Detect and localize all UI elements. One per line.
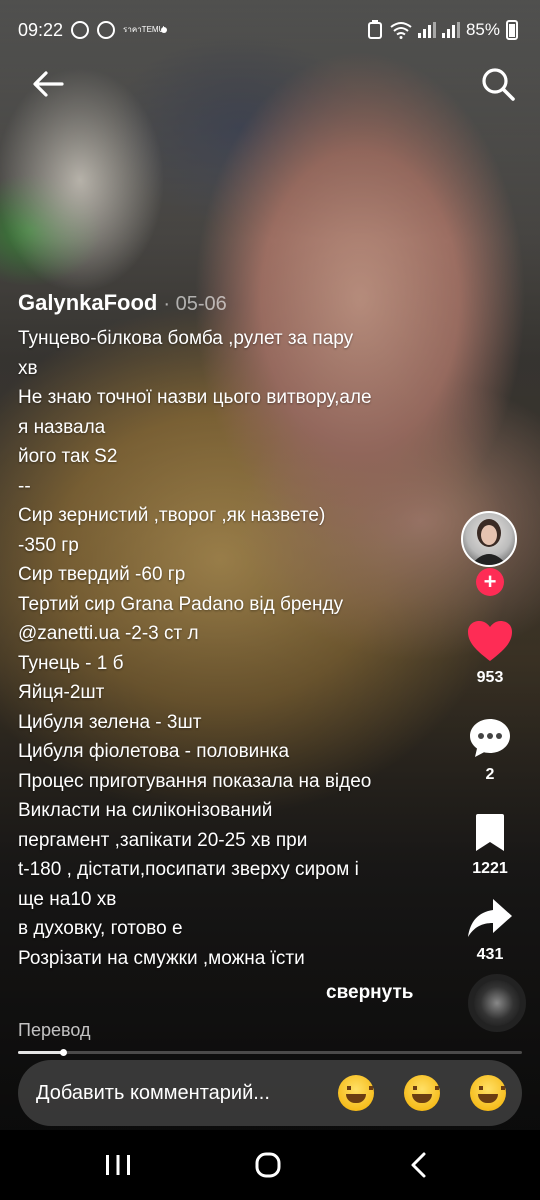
description-line: пергамент ,запікати 20-25 хв при — [18, 829, 308, 851]
description-line: Викласти на силіконізований — [18, 800, 273, 821]
description-line: -- — [18, 475, 31, 497]
recent-apps-icon[interactable] — [98, 1148, 138, 1182]
status-bar: 09:22 ราคาTEMU 85% — [0, 0, 540, 60]
comment-input[interactable]: Добавить комментарий... — [36, 1082, 308, 1105]
comment-action[interactable]: 2 — [440, 717, 540, 784]
arrow-left-icon[interactable] — [28, 64, 68, 104]
description-line: Тертий сир Grana Padano від бренду — [18, 593, 344, 615]
like-action[interactable]: 953 — [440, 620, 540, 687]
save-action[interactable]: 1221 — [440, 813, 540, 878]
follow-button[interactable]: + — [476, 568, 504, 596]
signal-1-icon — [417, 22, 436, 38]
video-progress-bar[interactable] — [18, 1049, 522, 1056]
like-count: 953 — [476, 669, 504, 686]
description-line: ще на10 хв — [18, 888, 117, 910]
description-line: я назвала — [18, 416, 106, 438]
save-count: 1221 — [472, 860, 508, 877]
description-line: Цибуля фіолетова - половинка — [18, 741, 290, 762]
pinterest-icon — [97, 21, 116, 39]
temu-icon: ราคาTEMU — [123, 25, 165, 34]
status-time: 09:22 — [18, 19, 64, 40]
share-count: 431 — [476, 946, 504, 963]
author-name[interactable]: GalynkaFood — [18, 290, 157, 316]
description-line: Сир твердий -60 гр — [18, 564, 186, 585]
speech-bubble-icon[interactable] — [468, 717, 512, 759]
home-icon[interactable] — [248, 1148, 288, 1182]
bookmark-icon[interactable] — [472, 813, 508, 853]
description-line: Цибуля зелена - 3шт — [18, 711, 202, 733]
translate-button[interactable]: Перевод — [18, 1020, 90, 1041]
description-line: Яйця-2шт — [18, 682, 105, 703]
description-line: Процес приготування показала на відео — [18, 770, 372, 792]
description-line: Не знаю точної назви цього витвору,але — [18, 387, 372, 408]
description-line: t-180 , дістати,посипати зверху сиром і — [18, 859, 359, 880]
viber-icon — [71, 21, 90, 39]
comment-count: 2 — [485, 766, 495, 783]
description-line: Тунець - 1 б — [18, 652, 124, 674]
video-progress-fill — [18, 1051, 64, 1054]
system-nav-bar — [0, 1130, 540, 1200]
author-line: GalynkaFood · 05-06 — [18, 290, 438, 316]
rolling-laughing-emoji-icon[interactable] — [470, 1075, 506, 1111]
share-arrow-icon[interactable] — [467, 897, 513, 939]
avatar[interactable] — [461, 511, 517, 567]
description-line: його так S2 — [18, 446, 118, 467]
description-line: хв — [18, 357, 38, 379]
search-icon[interactable] — [478, 64, 518, 104]
description-line: Сир зернистий ,творог ,як назвете) — [18, 505, 326, 526]
wifi-icon — [390, 22, 412, 39]
battery-percent: 85% — [465, 20, 500, 39]
description-line: Розрізати на смужки ,можна їсти — [18, 947, 305, 969]
tears-of-joy-emoji-icon[interactable] — [338, 1075, 374, 1111]
creator-avatar-wrap: + — [461, 511, 517, 596]
description: Тунцево-білкова бомба ,рулет за пару хв … — [18, 324, 438, 973]
comment-input-bar[interactable]: Добавить комментарий... — [18, 1060, 522, 1126]
description-line: -350 гр — [18, 534, 79, 556]
grinning-emoji-icon[interactable] — [404, 1075, 440, 1111]
post-date: · 05-06 — [163, 293, 227, 315]
signal-2-icon — [441, 22, 460, 38]
music-disc-icon[interactable] — [468, 974, 526, 1032]
person-silhouette-icon — [471, 519, 507, 565]
battery-icon — [506, 20, 518, 40]
collapse-button[interactable]: свернуть — [326, 982, 413, 1004]
alarm-icon — [367, 20, 382, 39]
description-line: Тунцево-білкова бомба ,рулет за пару — [18, 328, 354, 349]
back-nav-icon[interactable] — [400, 1148, 440, 1182]
heart-icon[interactable] — [467, 620, 513, 662]
description-mention-line[interactable]: @zanetti.ua -2-3 ст л — [18, 619, 438, 649]
video-caption: GalynkaFood · 05-06 Тунцево-білкова бомб… — [18, 290, 438, 973]
share-action[interactable]: 431 — [440, 897, 540, 964]
notification-dot-icon — [161, 27, 168, 33]
description-line: в духовку, готово е — [18, 918, 183, 939]
top-nav — [0, 60, 540, 106]
